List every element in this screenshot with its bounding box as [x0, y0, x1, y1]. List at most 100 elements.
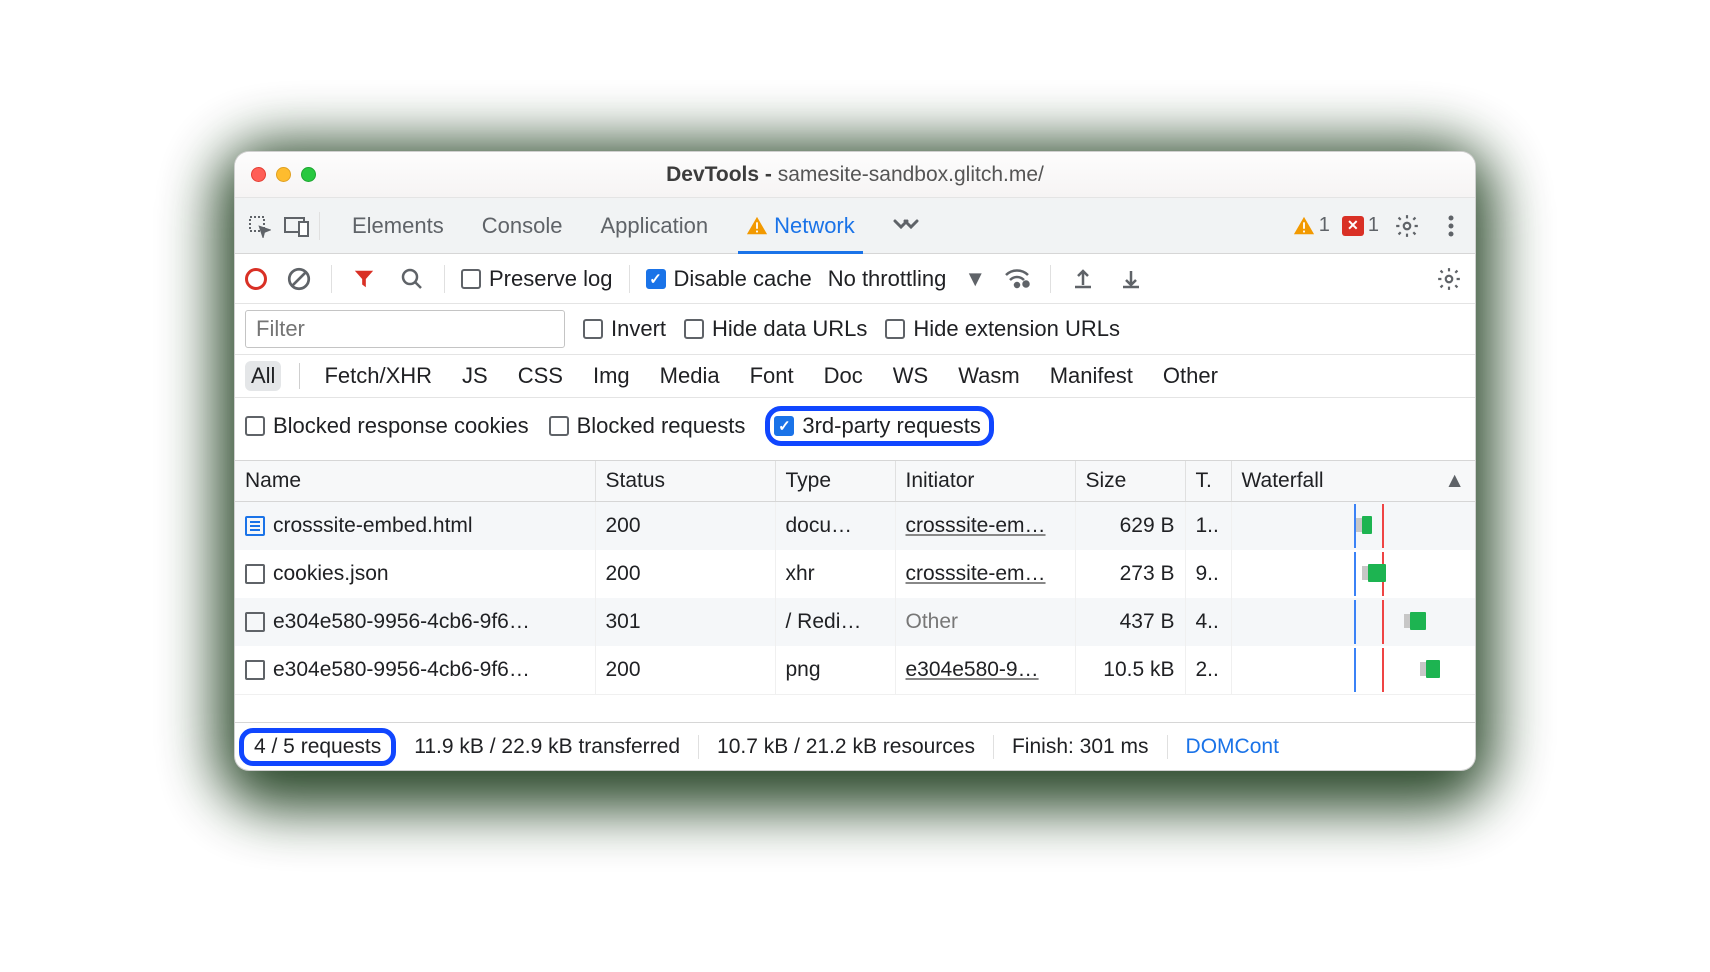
third-party-requests-highlight: ✓3rd-party requests [765, 406, 994, 446]
network-conditions-wifi-icon[interactable] [1002, 263, 1034, 295]
download-har-icon[interactable] [1115, 263, 1147, 295]
hide-extension-urls-checkbox[interactable]: Hide extension URLs [885, 316, 1120, 342]
cell-type: docu… [775, 502, 895, 551]
cell-status: 200 [595, 646, 775, 694]
cell-size: 273 B [1075, 550, 1185, 598]
table-row[interactable]: e304e580-9956-4cb6-9f6…200png e304e580-9…… [235, 646, 1475, 694]
chip-css[interactable]: CSS [512, 361, 569, 391]
extra-filters-row: Blocked response cookies Blocked request… [235, 398, 1475, 461]
resources-size: 10.7 kB / 21.2 kB resources [699, 735, 994, 759]
finish-time: Finish: 301 ms [994, 735, 1168, 759]
cell-time: 2.. [1185, 646, 1231, 694]
close-window-button[interactable] [251, 167, 266, 182]
chip-img[interactable]: Img [587, 361, 636, 391]
tab-network[interactable]: Network [738, 198, 863, 253]
cell-status: 200 [595, 502, 775, 551]
clear-button-icon[interactable] [283, 263, 315, 295]
minimize-window-button[interactable] [276, 167, 291, 182]
cell-name: cookies.json [235, 550, 595, 598]
chip-other[interactable]: Other [1157, 361, 1224, 391]
table-row[interactable]: cookies.json200xhr crosssite-em… 273 B9.. [235, 550, 1475, 598]
th-time[interactable]: T. [1185, 461, 1231, 502]
cell-status: 301 [595, 598, 775, 646]
network-status-bar: 4 / 5 requests 11.9 kB / 22.9 kB transfe… [235, 722, 1475, 770]
th-size[interactable]: Size [1075, 461, 1185, 502]
filter-input[interactable] [245, 310, 565, 348]
errors-count[interactable]: ✕ 1 [1342, 214, 1379, 237]
chip-doc[interactable]: Doc [818, 361, 869, 391]
initiator-link[interactable]: crosssite-em… [906, 514, 1046, 537]
cell-time: 9.. [1185, 550, 1231, 598]
cell-size: 10.5 kB [1075, 646, 1185, 694]
initiator-text: Other [906, 610, 959, 633]
cell-waterfall [1231, 550, 1475, 598]
th-status[interactable]: Status [595, 461, 775, 502]
file-icon [245, 660, 265, 680]
cell-name: e304e580-9956-4cb6-9f6… [235, 646, 595, 694]
transferred-size: 11.9 kB / 22.9 kB transferred [396, 735, 699, 759]
cell-initiator: crosssite-em… [895, 502, 1075, 551]
cell-initiator: Other [895, 598, 1075, 646]
initiator-link[interactable]: e304e580-9… [906, 658, 1039, 681]
network-toolbar: Preserve log ✓Disable cache No throttlin… [235, 254, 1475, 304]
table-row[interactable]: e304e580-9956-4cb6-9f6…301/ Redi…Other43… [235, 598, 1475, 646]
chip-ws[interactable]: WS [887, 361, 934, 391]
maximize-window-button[interactable] [301, 167, 316, 182]
third-party-requests-checkbox[interactable]: ✓3rd-party requests [774, 413, 981, 439]
chip-font[interactable]: Font [744, 361, 800, 391]
table-row[interactable]: crosssite-embed.html200docu… crosssite-em… [235, 502, 1475, 551]
chip-media[interactable]: Media [654, 361, 726, 391]
document-icon [245, 516, 265, 536]
more-options-kebab-icon[interactable] [1435, 210, 1467, 242]
chip-js[interactable]: JS [456, 361, 494, 391]
devtools-window: DevTools - samesite-sandbox.glitch.me/ E… [235, 152, 1475, 770]
th-initiator[interactable]: Initiator [895, 461, 1075, 502]
tab-application[interactable]: Application [592, 198, 716, 253]
th-name[interactable]: Name [235, 461, 595, 502]
window-titlebar: DevTools - samesite-sandbox.glitch.me/ [235, 152, 1475, 198]
settings-gear-icon[interactable] [1391, 210, 1423, 242]
record-button[interactable] [245, 268, 267, 290]
file-icon [245, 564, 265, 584]
upload-har-icon[interactable] [1067, 263, 1099, 295]
search-icon[interactable] [396, 263, 428, 295]
inspect-element-icon[interactable] [243, 210, 275, 242]
preserve-log-checkbox[interactable]: Preserve log [461, 266, 613, 292]
chip-fetch-xhr[interactable]: Fetch/XHR [318, 361, 438, 391]
cell-waterfall [1231, 646, 1475, 694]
chip-manifest[interactable]: Manifest [1044, 361, 1139, 391]
tab-elements[interactable]: Elements [344, 198, 452, 253]
domcontentloaded: DOMCont [1168, 735, 1297, 759]
blocked-requests-checkbox[interactable]: Blocked requests [549, 413, 746, 439]
device-toolbar-icon[interactable] [281, 210, 313, 242]
more-tabs-chevron-icon[interactable] [885, 198, 927, 253]
cell-size: 437 B [1075, 598, 1185, 646]
network-settings-gear-icon[interactable] [1433, 263, 1465, 295]
th-waterfall[interactable]: Waterfall▲ [1231, 461, 1475, 502]
filter-bar: Invert Hide data URLs Hide extension URL… [235, 304, 1475, 355]
file-icon [245, 612, 265, 632]
traffic-lights [251, 167, 316, 182]
chip-wasm[interactable]: Wasm [952, 361, 1026, 391]
th-type[interactable]: Type [775, 461, 895, 502]
throttling-dropdown[interactable]: No throttling ▼ [828, 266, 986, 292]
initiator-link[interactable]: crosssite-em… [906, 562, 1046, 585]
blocked-cookies-checkbox[interactable]: Blocked response cookies [245, 413, 529, 439]
network-requests-table: Name Status Type Initiator Size T. Water… [235, 461, 1475, 694]
window-title: DevTools - samesite-sandbox.glitch.me/ [235, 163, 1475, 187]
resource-type-chips: All Fetch/XHR JS CSS Img Media Font Doc … [235, 355, 1475, 398]
cell-type: png [775, 646, 895, 694]
cell-initiator: e304e580-9… [895, 646, 1075, 694]
invert-checkbox[interactable]: Invert [583, 316, 666, 342]
hide-data-urls-checkbox[interactable]: Hide data URLs [684, 316, 867, 342]
chip-all[interactable]: All [245, 361, 281, 391]
cell-status: 200 [595, 550, 775, 598]
disable-cache-checkbox[interactable]: ✓Disable cache [646, 266, 812, 292]
cell-name: crosssite-embed.html [235, 502, 595, 551]
cell-time: 1.. [1185, 502, 1231, 551]
cell-size: 629 B [1075, 502, 1185, 551]
filter-funnel-icon[interactable] [348, 263, 380, 295]
warnings-count[interactable]: 1 [1293, 214, 1330, 237]
cell-type: xhr [775, 550, 895, 598]
tab-console[interactable]: Console [474, 198, 571, 253]
